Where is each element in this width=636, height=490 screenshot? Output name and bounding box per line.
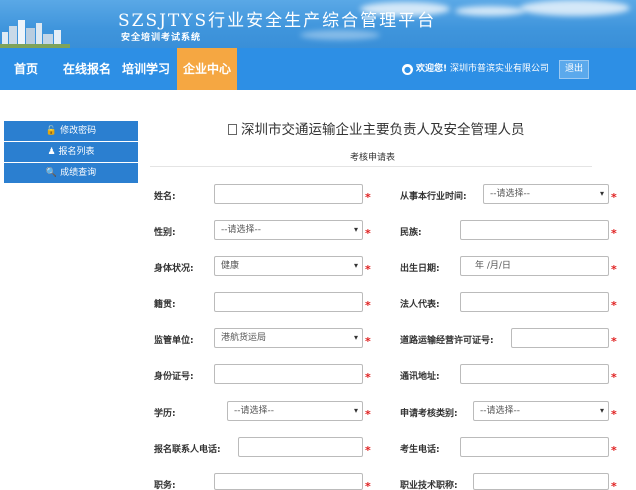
required-mark: * <box>365 227 371 240</box>
required-mark: * <box>611 191 617 204</box>
license-no-input[interactable] <box>511 328 609 348</box>
search-icon: 🔍 <box>45 168 58 178</box>
exam-type-select[interactable]: --请选择-- <box>473 401 609 421</box>
required-mark: * <box>611 263 617 276</box>
document-icon <box>228 124 237 135</box>
required-mark: * <box>365 408 371 421</box>
sidebar-item-label: 报名列表 <box>58 147 95 157</box>
name-input[interactable] <box>214 184 363 204</box>
form-title-text: 深圳市交通运输企业主要负责人及安全管理人员 <box>241 122 525 138</box>
system-subtitle: 安全培训考试系统 <box>121 33 202 43</box>
address-input[interactable] <box>460 364 609 384</box>
required-mark: * <box>611 371 617 384</box>
native-place-input[interactable] <box>214 292 363 312</box>
sidebar-item-label: 修改密码 <box>60 126 97 136</box>
sidebar-item-score-query[interactable]: 🔍 成绩查询 <box>4 163 138 184</box>
native-place-label: 籍贯: <box>154 300 176 310</box>
nav-home[interactable]: 首页 <box>0 48 52 90</box>
gender-label: 性别: <box>154 228 176 238</box>
candidate-phone-label: 考生电话: <box>400 445 440 455</box>
sidebar-item-registration-list[interactable]: ♟ 报名列表 <box>4 142 138 163</box>
candidate-phone-input[interactable] <box>460 437 609 457</box>
birth-date-label: 出生日期: <box>400 264 440 274</box>
ethnicity-label: 民族: <box>400 228 422 238</box>
required-mark: * <box>611 227 617 240</box>
work-start-label: 从事本行业时间: <box>400 192 467 202</box>
health-select[interactable]: 健康 <box>214 256 363 276</box>
education-label: 学历: <box>154 409 176 419</box>
required-mark: * <box>611 480 617 490</box>
ethnicity-input[interactable] <box>460 220 609 240</box>
gender-select[interactable]: --请选择-- <box>214 220 363 240</box>
nav-training[interactable]: 培训学习 <box>118 48 174 90</box>
position-label: 职务: <box>154 481 176 490</box>
header-banner: SZSJTYS行业安全生产综合管理平台 安全培训考试系统 <box>0 0 636 48</box>
required-mark: * <box>365 335 371 348</box>
nav-enterprise-center[interactable]: 企业中心 <box>177 48 237 90</box>
main-nav: 首页 在线报名 培训学习 企业中心 ● 欢迎您! 深圳市普滨实业有限公司 退出 <box>0 48 636 90</box>
required-mark: * <box>611 408 617 421</box>
required-mark: * <box>365 191 371 204</box>
user-circle-icon: ● <box>402 64 413 75</box>
id-no-label: 身份证号: <box>154 372 194 382</box>
tech-title-input[interactable] <box>473 473 609 490</box>
required-mark: * <box>365 263 371 276</box>
work-start-select[interactable]: --请选择-- <box>483 184 609 204</box>
welcome-label: 欢迎您! <box>416 64 448 74</box>
name-label: 姓名: <box>154 192 176 202</box>
position-input[interactable] <box>214 473 363 490</box>
company-name: 深圳市普滨实业有限公司 <box>449 64 549 74</box>
legal-rep-input[interactable] <box>460 292 609 312</box>
sidebar: 🔓 修改密码 ♟ 报名列表 🔍 成绩查询 <box>4 121 138 184</box>
education-select[interactable]: --请选择-- <box>227 401 363 421</box>
nav-online-registration[interactable]: 在线报名 <box>58 48 116 90</box>
required-mark: * <box>365 444 371 457</box>
required-mark: * <box>611 299 617 312</box>
required-mark: * <box>611 335 617 348</box>
logout-button[interactable]: 退出 <box>559 60 589 79</box>
form-subtitle: 考核申请表 <box>350 153 396 163</box>
address-label: 通讯地址: <box>400 372 440 382</box>
exam-type-label: 申请考核类别: <box>400 409 458 419</box>
legal-rep-label: 法人代表: <box>400 300 440 310</box>
tech-title-label: 职业技术职称: <box>400 481 458 490</box>
health-label: 身体状况: <box>154 264 194 274</box>
city-skyline-icon <box>0 20 70 48</box>
id-no-input[interactable] <box>214 364 363 384</box>
user-icon: ♟ <box>47 147 56 157</box>
lock-icon: 🔓 <box>45 126 58 136</box>
required-mark: * <box>365 480 371 490</box>
contact-phone-label: 报名联系人电话: <box>154 445 221 455</box>
welcome-text: ● 欢迎您! 深圳市普滨实业有限公司 <box>402 48 549 90</box>
divider <box>150 166 592 167</box>
supervisor-select[interactable]: 港航货运局 <box>214 328 363 348</box>
required-mark: * <box>365 299 371 312</box>
contact-phone-input[interactable] <box>238 437 363 457</box>
required-mark: * <box>365 371 371 384</box>
platform-title: SZSJTYS行业安全生产综合管理平台 <box>118 11 437 31</box>
sidebar-item-change-password[interactable]: 🔓 修改密码 <box>4 121 138 142</box>
license-no-label: 道路运输经营许可证号: <box>400 336 494 346</box>
required-mark: * <box>611 444 617 457</box>
form-title: 深圳市交通运输企业主要负责人及安全管理人员 <box>228 118 525 138</box>
birth-date-input[interactable]: 年 /月/日 <box>460 256 609 276</box>
sidebar-item-label: 成绩查询 <box>60 168 97 178</box>
supervisor-label: 监管单位: <box>154 336 194 346</box>
